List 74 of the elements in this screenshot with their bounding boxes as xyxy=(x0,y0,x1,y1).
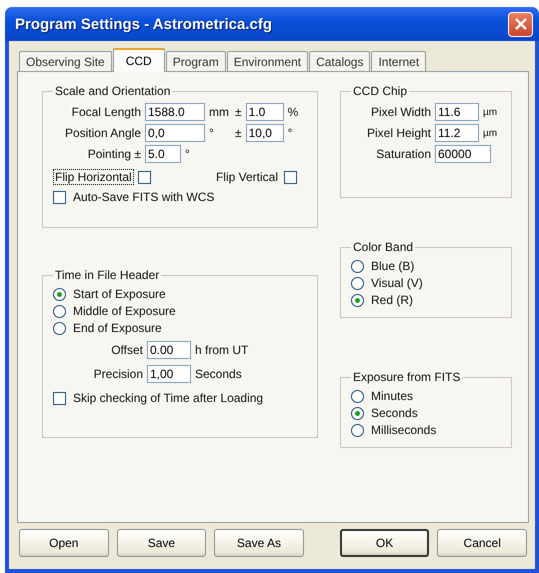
tab[interactable]: Catalogs xyxy=(309,51,370,71)
radio-label: Visual (V) xyxy=(371,276,423,290)
unit-label: h from UT xyxy=(195,343,248,357)
radio-button[interactable] xyxy=(53,288,66,300)
checkbox[interactable] xyxy=(53,392,66,404)
radio-button[interactable] xyxy=(53,304,66,318)
dialog-button[interactable]: Open xyxy=(19,529,109,557)
close-button[interactable] xyxy=(508,12,533,36)
input-field[interactable]: 1.0 xyxy=(246,103,284,121)
radio-label: Milliseconds xyxy=(371,423,436,437)
radio-button[interactable] xyxy=(351,424,364,436)
field-label: Focal Length xyxy=(70,105,141,119)
input-field[interactable]: 0.00 xyxy=(147,341,191,359)
tab[interactable]: Observing Site xyxy=(19,51,112,71)
group-title: Exposure from FITS xyxy=(352,370,462,384)
radio-label: Middle of Exposure xyxy=(73,304,176,318)
group-title: Scale and Orientation xyxy=(54,84,172,98)
checkbox[interactable] xyxy=(284,170,297,184)
radio-label: Start of Exposure xyxy=(73,287,166,301)
unit-label: ° xyxy=(209,126,215,140)
group-title: Time in File Header xyxy=(54,268,160,282)
group-title: Color Band xyxy=(352,240,414,254)
dialog-button[interactable]: Cancel xyxy=(437,529,527,557)
tab[interactable]: CCD xyxy=(112,48,165,72)
field-label: Position Angle xyxy=(64,126,141,140)
dialog-button[interactable]: OK xyxy=(340,529,430,557)
field-label: Offset xyxy=(110,343,143,357)
input-field[interactable]: 60000 xyxy=(435,145,491,163)
field-label: Pointing ± xyxy=(86,147,141,161)
radio-button[interactable] xyxy=(351,276,364,290)
tab[interactable]: Program xyxy=(166,51,226,71)
checkbox-label: Flip Vertical xyxy=(214,169,279,185)
plus-minus-label: ± xyxy=(235,126,242,140)
radio-label: Seconds xyxy=(371,406,418,420)
radio-label: Blue (B) xyxy=(371,259,414,273)
input-field[interactable]: 11.6 xyxy=(435,103,479,121)
plus-minus-label: ± xyxy=(235,105,242,119)
unit-label: Seconds xyxy=(195,367,242,381)
radio-label: Minutes xyxy=(371,389,414,403)
unit-label: ° xyxy=(288,126,292,140)
field-label: Saturation xyxy=(375,147,431,161)
checkbox-label: Auto-Save FITS with WCS xyxy=(73,190,214,204)
unit-label: ° xyxy=(185,147,191,161)
radio-button[interactable] xyxy=(53,322,66,334)
unit-label: % xyxy=(288,105,298,119)
input-field[interactable]: 5.0 xyxy=(145,145,181,163)
radio-button[interactable] xyxy=(351,260,364,272)
unit-label: µm xyxy=(483,106,498,118)
input-field[interactable]: 0,0 xyxy=(145,124,205,142)
unit-label: µm xyxy=(483,128,498,138)
radio-button[interactable] xyxy=(351,406,364,420)
input-field[interactable]: 1588.0 xyxy=(145,103,205,121)
unit-label: mm xyxy=(209,105,230,119)
checkbox-label: Flip Horizontal xyxy=(53,169,134,185)
window-title: Program Settings - Astrometrica.cfg xyxy=(15,16,273,32)
checkbox[interactable] xyxy=(138,170,151,184)
field-label: Pixel Height xyxy=(366,126,431,140)
input-field[interactable]: 10,0 xyxy=(246,124,284,142)
checkbox[interactable] xyxy=(53,190,66,204)
dialog-button[interactable]: Save xyxy=(116,529,206,557)
radio-label: Red (R) xyxy=(371,293,414,307)
field-label: Pixel Width xyxy=(370,105,431,119)
tab[interactable]: Internet xyxy=(371,51,426,71)
tab[interactable]: Environment xyxy=(226,51,308,71)
dialog-button[interactable]: Save As xyxy=(214,529,304,557)
input-field[interactable]: 1,00 xyxy=(147,365,191,383)
group-title: CCD Chip xyxy=(352,84,408,98)
radio-label: End of Exposure xyxy=(73,321,162,335)
field-label: Precision xyxy=(92,367,143,381)
input-field[interactable]: 11.2 xyxy=(435,124,479,142)
checkbox-label: Skip checking of Time after Loading xyxy=(73,391,264,405)
close-icon xyxy=(514,17,528,31)
radio-button[interactable] xyxy=(351,294,364,306)
radio-button[interactable] xyxy=(351,390,364,402)
